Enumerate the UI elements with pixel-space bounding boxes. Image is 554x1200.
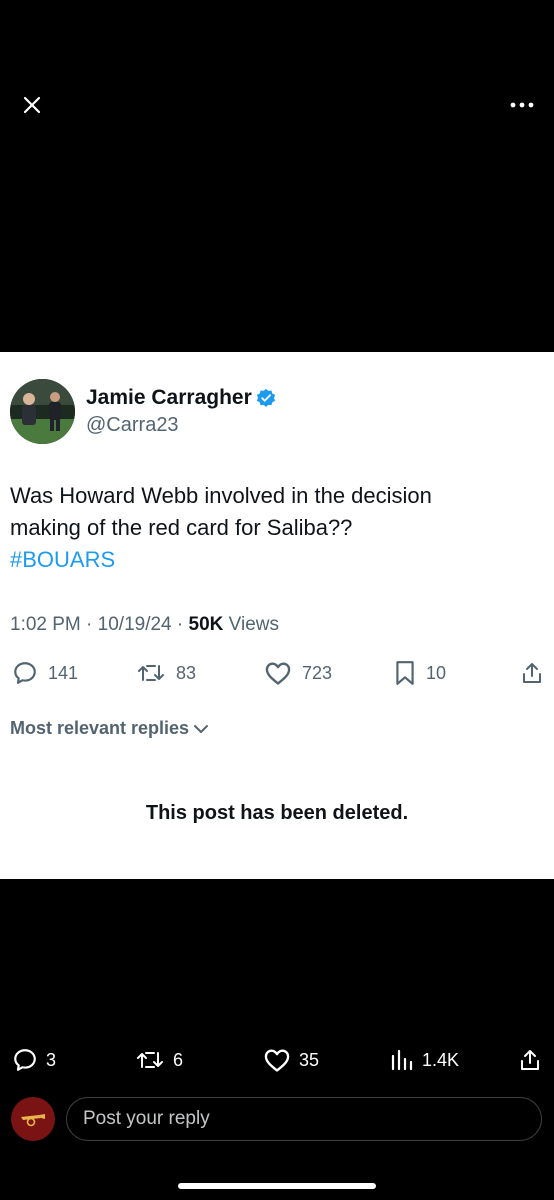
- chevron-down-icon: [194, 724, 209, 733]
- reply-composer: [0, 1096, 554, 1142]
- tweet-text: Was Howard Webb involved in the decision…: [10, 480, 540, 576]
- verified-badge-icon: [256, 388, 276, 407]
- bottom-repost-count: 6: [173, 1049, 184, 1070]
- media-viewer-header: [0, 0, 554, 352]
- media-viewer-actions: 3 6 35 1.4K: [0, 1044, 554, 1076]
- bottom-like-count: 35: [299, 1049, 320, 1070]
- close-icon: [23, 96, 41, 114]
- repost-button[interactable]: 83: [136, 658, 196, 688]
- share-icon: [523, 663, 541, 683]
- meta-separator: ·: [176, 614, 184, 635]
- author-name[interactable]: Jamie Carragher: [86, 386, 252, 410]
- avatar-photo: [10, 379, 75, 444]
- reply-count: 141: [48, 662, 79, 683]
- tweet-metadata: 1:02 PM · 10/19/24 · 50K Views: [10, 614, 279, 636]
- tweet-text-line: making of the red card for Saliba??: [10, 515, 353, 540]
- like-button[interactable]: 723: [264, 658, 332, 688]
- meta-separator: ·: [86, 614, 93, 635]
- bottom-views-button[interactable]: 1.4K: [390, 1044, 459, 1076]
- author-handle[interactable]: @Carra23: [86, 414, 179, 437]
- hashtag-link[interactable]: #BOUARS: [10, 544, 540, 576]
- replies-sort-dropdown[interactable]: Most relevant replies: [10, 718, 209, 739]
- repost-icon: [138, 665, 164, 681]
- share-icon: [521, 1050, 539, 1070]
- author-avatar[interactable]: [10, 379, 75, 444]
- views-label: Views: [228, 614, 279, 635]
- heart-icon: [265, 662, 291, 685]
- deleted-post-notice: This post has been deleted.: [145, 802, 409, 824]
- tweet-card: Jamie Carragher @Carra23 Was Howard Webb…: [0, 352, 554, 879]
- heart-icon: [264, 1049, 290, 1072]
- home-indicator[interactable]: [178, 1183, 376, 1189]
- bottom-repost-button[interactable]: 6: [135, 1044, 183, 1076]
- share-button[interactable]: [520, 658, 544, 688]
- tweet-time[interactable]: 1:02 PM: [10, 614, 81, 635]
- close-button[interactable]: [18, 91, 46, 119]
- repost-count: 83: [176, 662, 197, 683]
- reply-button[interactable]: 141: [12, 658, 78, 688]
- tweet-text-line: Was Howard Webb involved in the decision: [10, 483, 432, 508]
- bottom-like-button[interactable]: 35: [263, 1044, 319, 1076]
- more-options-button[interactable]: [506, 92, 538, 118]
- cannon-icon: [21, 1114, 45, 1127]
- user-avatar[interactable]: [11, 1097, 55, 1141]
- tweet-date[interactable]: 10/19/24: [98, 614, 172, 635]
- bookmark-button[interactable]: 10: [394, 658, 446, 688]
- analytics-icon: [391, 1049, 413, 1071]
- bottom-views-count: 1.4K: [422, 1049, 460, 1070]
- repost-icon: [137, 1052, 163, 1068]
- bottom-reply-button[interactable]: 3: [12, 1044, 56, 1076]
- reply-icon: [14, 662, 36, 684]
- bottom-reply-count: 3: [46, 1049, 57, 1070]
- views-count: 50K: [188, 614, 224, 635]
- more-horizontal-icon: [510, 102, 534, 108]
- bottom-share-button[interactable]: [518, 1044, 542, 1076]
- tweet-actions: 141 83 723 10: [0, 658, 554, 688]
- replies-sort-label: Most relevant replies: [10, 718, 190, 738]
- bookmark-count: 10: [426, 662, 447, 683]
- reply-input[interactable]: [66, 1097, 542, 1141]
- bookmark-icon: [396, 661, 414, 685]
- reply-icon: [14, 1049, 36, 1071]
- like-count: 723: [302, 662, 333, 683]
